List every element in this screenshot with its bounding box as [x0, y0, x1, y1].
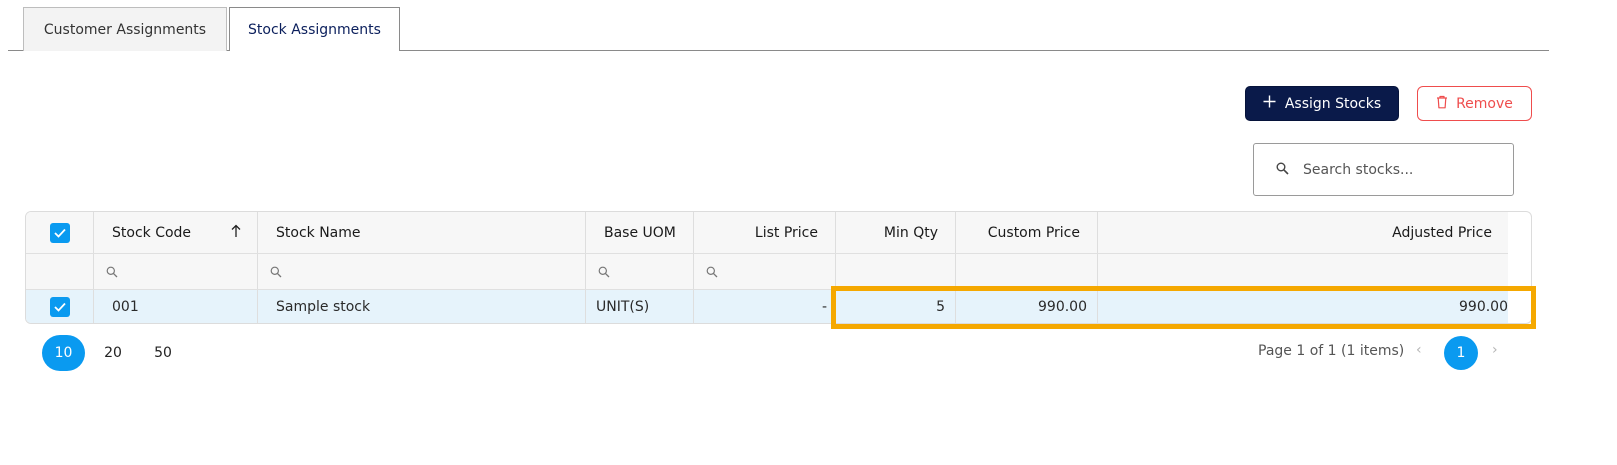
grid-header-row: Stock Code Stock Name Base UOM List Pric…	[26, 212, 1508, 254]
column-header-base-uom[interactable]: Base UOM	[586, 212, 694, 253]
filter-cell-empty	[26, 254, 94, 289]
column-header-stock-code[interactable]: Stock Code	[94, 212, 258, 253]
column-header-label: Stock Code	[112, 224, 192, 241]
search-icon	[270, 266, 282, 277]
cell-list-price[interactable]: -	[694, 290, 836, 323]
stock-grid: Stock Code Stock Name Base UOM List Pric…	[25, 211, 1532, 324]
column-header-adjusted-price[interactable]: Adjusted Price	[1098, 212, 1508, 253]
filter-base-uom[interactable]	[586, 254, 694, 289]
row-select-cell	[26, 290, 94, 323]
assign-stocks-label: Assign Stocks	[1284, 95, 1382, 112]
filter-stock-code[interactable]	[94, 254, 258, 289]
cell-stock-name[interactable]: Sample stock	[258, 290, 586, 323]
tab-bar: Customer Assignments Stock Assignments	[8, 7, 1549, 52]
page-size-10-button[interactable]: 10	[42, 335, 85, 371]
header-select-cell	[26, 212, 94, 253]
grid-filter-row	[26, 254, 1508, 290]
sort-ascending-icon[interactable]	[231, 224, 241, 242]
filter-min-qty	[836, 254, 956, 289]
column-header-label: Base UOM	[604, 224, 676, 241]
page-info: Page 1 of 1 (1 items)	[1258, 343, 1405, 359]
plus-icon	[1263, 95, 1276, 112]
cell-min-qty[interactable]: 5	[836, 290, 956, 323]
column-header-label: Custom Price	[987, 224, 1080, 241]
filter-stock-name[interactable]	[258, 254, 586, 289]
search-input[interactable]	[1303, 161, 1493, 178]
cell-adjusted-price[interactable]: 990.00	[1098, 290, 1508, 323]
chevron-right-icon[interactable]: ›	[1492, 342, 1498, 358]
filter-adjusted-price	[1098, 254, 1508, 289]
check-icon	[53, 302, 66, 312]
column-header-min-qty[interactable]: Min Qty	[836, 212, 956, 253]
tab-stock-assignments[interactable]: Stock Assignments	[229, 7, 400, 52]
tab-customer-assignments[interactable]: Customer Assignments	[23, 7, 227, 51]
assign-stocks-button[interactable]: Assign Stocks	[1245, 86, 1399, 121]
cell-stock-code[interactable]: 001	[94, 290, 258, 323]
search-icon	[1276, 160, 1289, 179]
remove-label: Remove	[1456, 95, 1513, 112]
filter-list-price[interactable]	[694, 254, 836, 289]
search-icon	[706, 266, 718, 277]
cell-base-uom[interactable]: UNIT(S)	[586, 290, 694, 323]
search-box	[1253, 143, 1514, 196]
select-all-checkbox[interactable]	[49, 222, 70, 243]
column-header-label: Stock Name	[276, 224, 361, 241]
filter-custom-price	[956, 254, 1098, 289]
page-1-button[interactable]: 1	[1444, 336, 1478, 370]
search-icon	[106, 266, 118, 277]
column-header-custom-price[interactable]: Custom Price	[956, 212, 1098, 253]
table-row[interactable]: 001 Sample stock UNIT(S) - 5 990.00 990.…	[26, 290, 1508, 323]
search-icon	[598, 266, 610, 277]
cell-custom-price[interactable]: 990.00	[956, 290, 1098, 323]
check-icon	[53, 228, 66, 238]
column-header-label: Adjusted Price	[1392, 224, 1492, 241]
column-header-label: Min Qty	[883, 224, 938, 241]
column-header-stock-name[interactable]: Stock Name	[258, 212, 586, 253]
trash-icon	[1436, 95, 1448, 113]
column-header-list-price[interactable]: List Price	[694, 212, 836, 253]
column-header-label: List Price	[754, 224, 818, 241]
row-checkbox[interactable]	[49, 297, 70, 317]
chevron-left-icon[interactable]: ‹	[1416, 342, 1422, 358]
remove-button[interactable]: Remove	[1417, 86, 1532, 121]
page-size-20-button[interactable]: 20	[95, 335, 131, 371]
page-size-50-button[interactable]: 50	[145, 335, 181, 371]
